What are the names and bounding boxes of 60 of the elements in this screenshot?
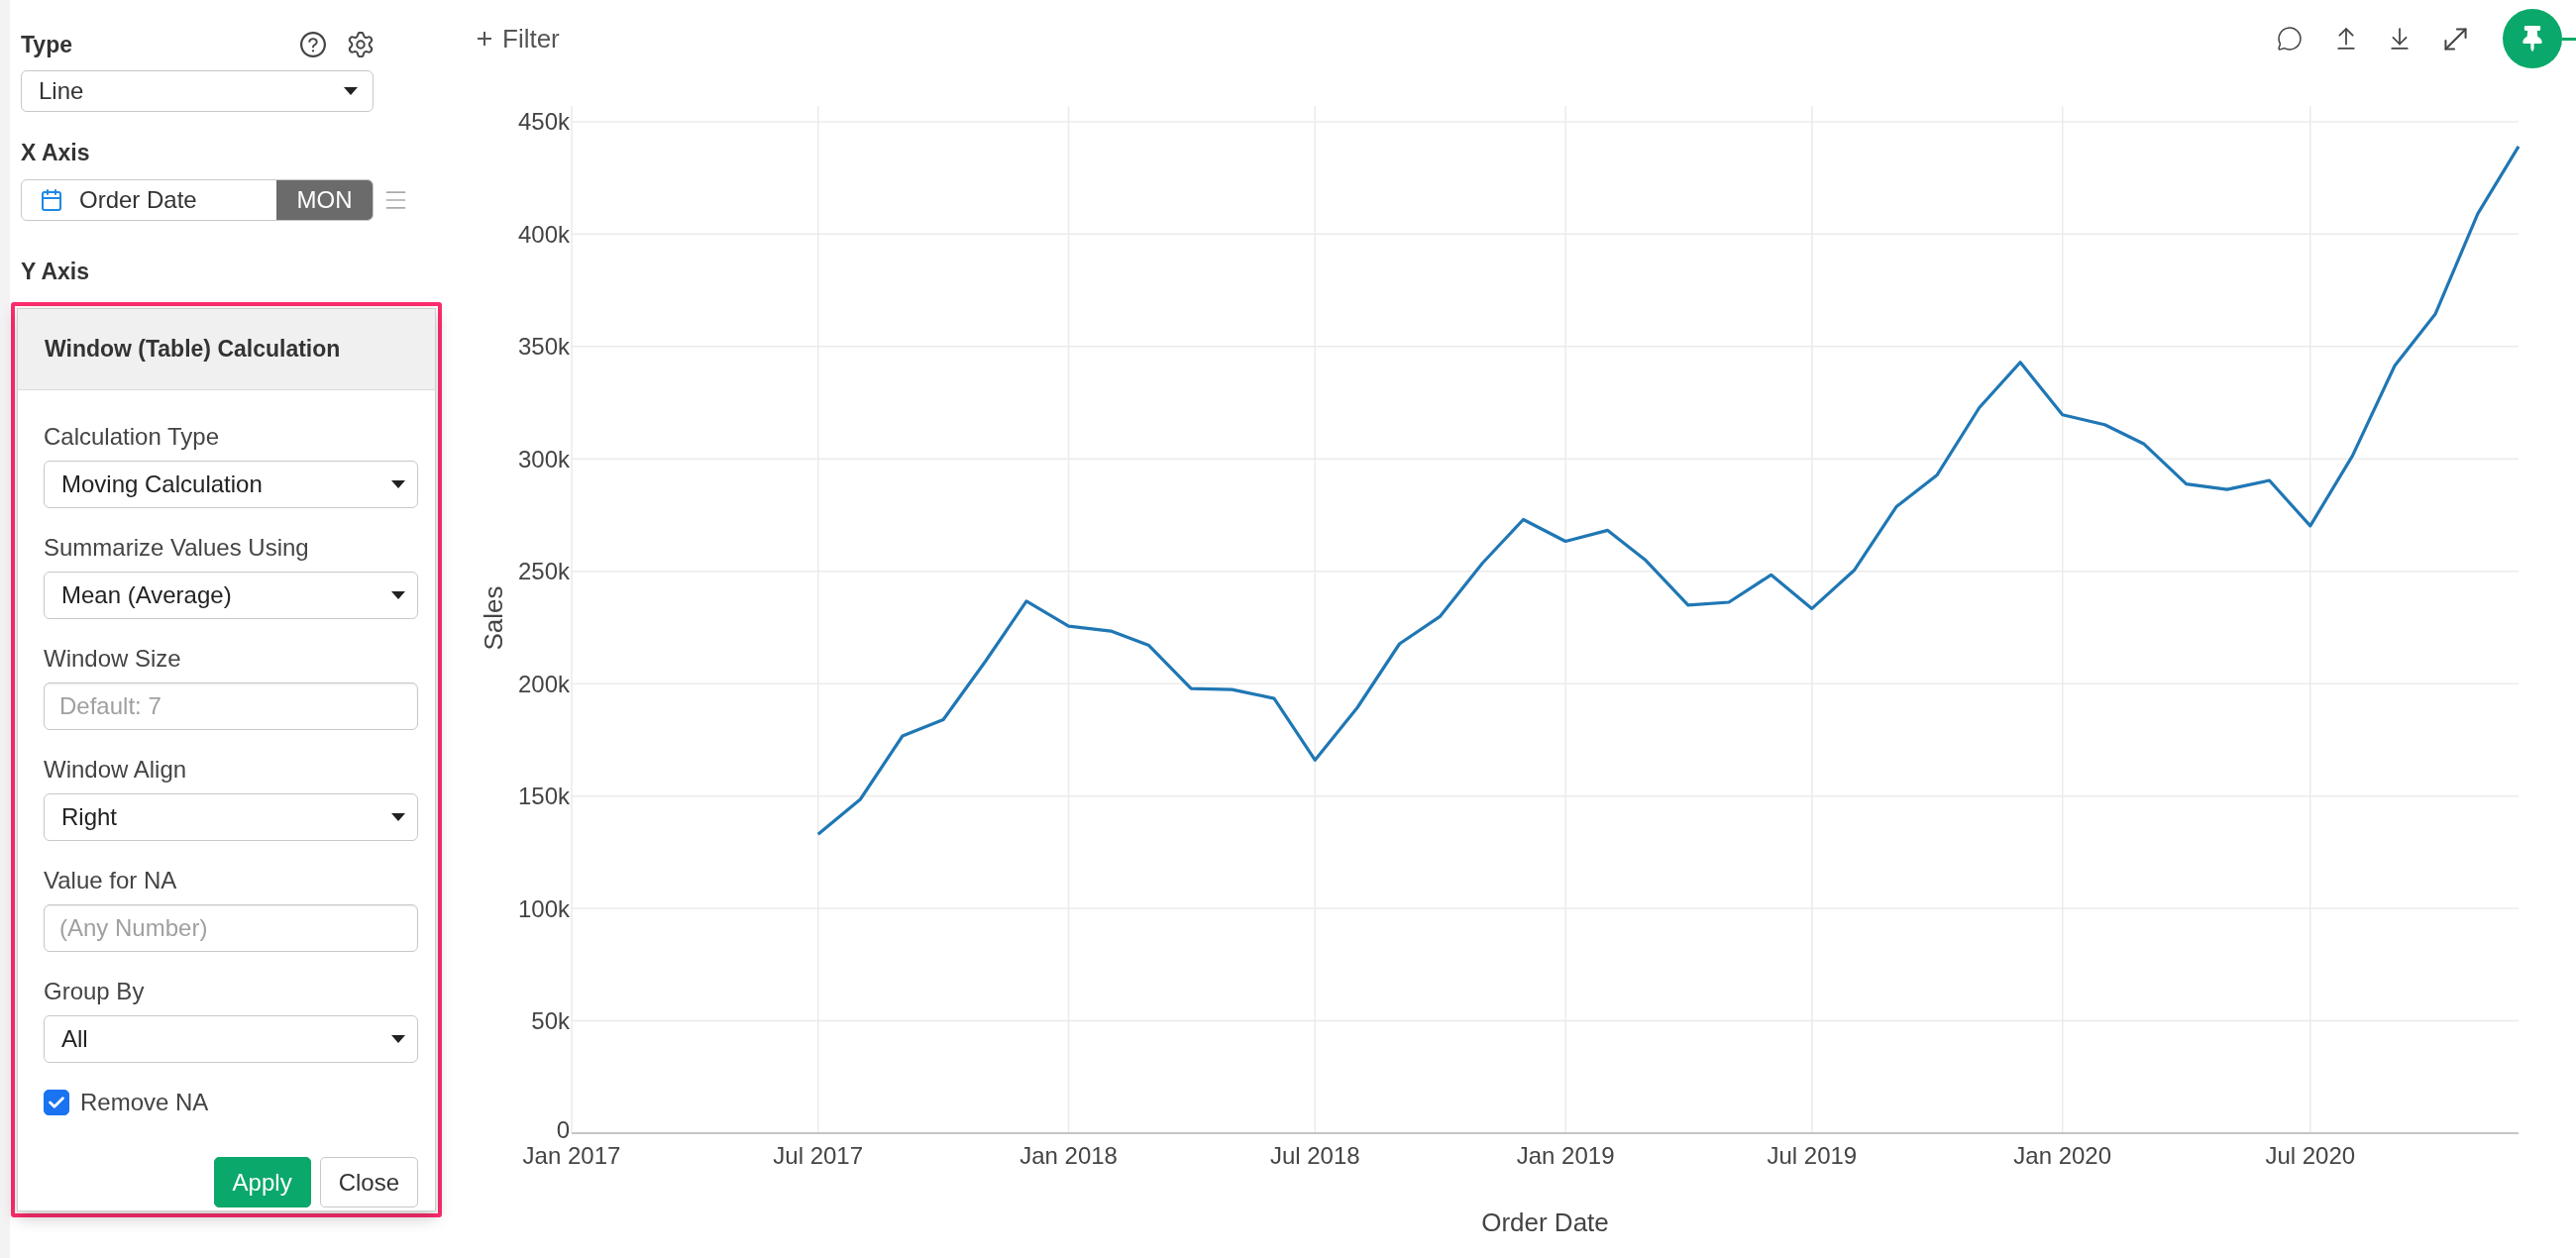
calendar-icon <box>42 189 61 211</box>
section-label: Y Axis <box>21 258 90 285</box>
x-tick-label: Jan 2017 <box>522 1141 621 1169</box>
input-field[interactable]: (Any Number) <box>44 904 418 952</box>
select-field[interactable]: Right <box>44 793 418 841</box>
plus-icon <box>477 31 492 47</box>
checkbox-label: Remove NA <box>80 1089 209 1116</box>
section-label: X Axis <box>21 139 90 166</box>
x-tick-label: Jul 2018 <box>1269 1141 1360 1169</box>
help-icon[interactable] <box>300 32 326 57</box>
field-label: Window Size <box>44 646 181 672</box>
x-tick-label: Jan 2020 <box>2013 1141 2112 1169</box>
checkbox[interactable] <box>44 1090 69 1115</box>
x-axis-title: Order Date <box>1481 1207 1609 1237</box>
select-field[interactable]: All <box>44 1015 418 1063</box>
y-tick-label: 250k <box>517 558 570 585</box>
caret-icon <box>391 1035 405 1043</box>
column-chip[interactable]: Order Date MON <box>21 179 374 221</box>
expand-icon[interactable] <box>2444 27 2467 51</box>
field-label: Group By <box>44 979 145 1004</box>
caret-icon <box>344 87 358 95</box>
column-name: Order Date <box>79 186 197 214</box>
chart-type-select[interactable]: Line <box>21 70 374 112</box>
y-tick-label: 400k <box>517 220 570 248</box>
upload-icon[interactable] <box>2337 28 2355 50</box>
y-tick-label: 0 <box>556 1115 570 1143</box>
field-label: Calculation Type <box>44 424 219 450</box>
y-tick-label: 300k <box>517 445 570 472</box>
pin-icon <box>2522 26 2542 52</box>
field-label: Summarize Values Using <box>44 535 309 561</box>
y-tick-label: 150k <box>517 783 570 810</box>
caret-icon <box>391 813 405 821</box>
y-tick-label: 200k <box>517 670 570 697</box>
y-tick-label: 100k <box>517 894 570 922</box>
checkmark-icon <box>49 1097 64 1108</box>
y-axis-title: Sales <box>479 585 508 651</box>
x-tick-label: Jan 2018 <box>1020 1141 1118 1169</box>
field-label: Value for NA <box>44 868 177 893</box>
section-label: Type <box>21 31 72 58</box>
pin-button[interactable] <box>2503 9 2562 68</box>
input-field[interactable]: Default: 7 <box>44 682 418 730</box>
unit-button[interactable]: MON <box>276 180 373 220</box>
close-button[interactable]: Close <box>319 1157 418 1207</box>
select-field[interactable]: Moving Calculation <box>44 461 418 508</box>
y-tick-label: 50k <box>531 1007 570 1035</box>
x-tick-label: Jul 2017 <box>773 1141 864 1169</box>
y-tick-label: 350k <box>517 333 570 361</box>
download-icon[interactable] <box>2391 28 2409 50</box>
x-tick-label: Jul 2020 <box>2265 1141 2356 1169</box>
x-tick-label: Jul 2019 <box>1767 1141 1858 1169</box>
field-label: Window Align <box>44 757 187 783</box>
caret-icon <box>391 480 405 488</box>
x-tick-label: Jan 2019 <box>1516 1141 1615 1169</box>
filter-button[interactable]: Filter <box>477 23 560 54</box>
select-field[interactable]: Mean (Average) <box>44 572 418 619</box>
popup-title: Window (Table) Calculation <box>45 336 341 363</box>
comment-icon[interactable] <box>2278 27 2302 51</box>
settings-icon[interactable] <box>348 32 374 57</box>
caret-icon <box>391 591 405 599</box>
y-tick-label: 450k <box>517 108 570 136</box>
